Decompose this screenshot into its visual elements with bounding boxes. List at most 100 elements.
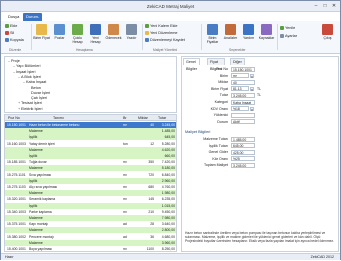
tab-file[interactable]: Dosya [5,13,22,21]
refresh-button[interactable]: Yenile [280,25,295,31]
field-input[interactable]: %18 [231,106,249,112]
table-cell: 680 [148,185,154,189]
table-row[interactable]: 15.340.1003 Parke kaplama m² 210 9.450,00 [5,208,176,215]
table-row[interactable]: Malzeme 7.980,00 [5,215,176,221]
table-row[interactable]: Malzeme 3.960,00 [5,239,176,246]
unit-price-button[interactable]: Birim Fiyat [33,24,50,40]
field-input[interactable]: 15.150.1001 [231,66,255,72]
refresh-icon [280,26,284,30]
multi-calc-button[interactable]: Çoklu Hesap [69,24,86,44]
grid-header: Poz No Tanımı Br Miktar Tutar [5,115,176,121]
table-row[interactable]: Malzeme 1.485,00 [5,128,176,135]
analyses-button[interactable]: Analizler [222,24,239,40]
chevron-down-icon[interactable]: ▾ [250,106,254,112]
ribbon-add-button[interactable]: Ekle [5,23,17,29]
tab-cost-calculation[interactable]: Durum-Maliyet Hesabı [23,13,43,35]
chevron-down-icon[interactable]: ▾ [250,86,254,92]
column-header[interactable]: Miktar [138,115,148,121]
table-cell: Malzeme [29,228,43,233]
table-cell: m² [123,185,127,189]
ribbon: Ekle Sil Kopyala Birim Fiyat Pozlar Çokl… [1,21,340,54]
table-cell: Malzeme [29,147,43,152]
resources-button[interactable]: Kaynaklar [258,24,275,40]
tree-node[interactable]: –Yapı Bölümleri [13,64,40,69]
field-input[interactable]: 81,13 [231,86,249,92]
settings-button[interactable]: Ayarlar [280,33,297,39]
table-row[interactable]: 15.160.1003 Yatay demir işleri ton 12 5.280,… [5,140,176,147]
table-cell: 3.960,00 [161,240,175,245]
tree-node[interactable]: –Proje [8,59,20,64]
group-label-calc: Hesaplama [76,48,93,52]
new-item-button[interactable]: Yeni Kalem Ekle [145,23,178,29]
table-cell: Yatay demir işleri [29,141,55,146]
help-button[interactable]: Yardım [240,24,257,40]
close-button[interactable]: ✕ [330,3,338,9]
table-cell: 6.235,00 [161,197,175,202]
table-row[interactable]: Malzeme 4.620,00 [5,146,176,153]
ribbon-delete-button[interactable]: Sil [5,30,14,36]
payable-button[interactable]: Ödenecek [105,24,122,40]
field-input[interactable]: m³ [231,73,249,79]
chevron-down-icon[interactable]: ▾ [250,73,254,79]
table-row[interactable]: Malzeme 1.980,00 [5,190,176,197]
cost-field-input[interactable]: 1.485,00 [231,136,255,142]
tree-node[interactable]: +Tesisat İşleri [18,101,42,106]
table-row[interactable]: 15.380.1002 Pencere montajı ad 36 4.680,00 [5,233,176,240]
table-row[interactable]: 15.320.1001 Seramik kaplama m² 145 6.235,00 [5,196,176,203]
tree-node[interactable]: +Elektrik İşleri [18,107,43,112]
tree-node-label: Proje [11,59,20,63]
table-cell: Pencere montajı [29,234,54,239]
unit-prices-button[interactable]: Birim Fiyatlar [204,24,221,44]
table-cell: 720 [148,172,154,177]
exit-button[interactable]: Çıkış [319,24,336,40]
table-row[interactable]: 15.185.1001 Tuğla duvar m² 350 7.420,00 [5,159,176,166]
tree-node[interactable]: –İnşaat İşleri [13,70,35,75]
table-cell: m² [123,209,127,214]
table-row[interactable]: İşçilik 1.015,00 [5,202,176,209]
printer-icon [126,24,137,35]
tree-node[interactable]: –Kaba İnşaat [23,80,46,85]
tab-price[interactable]: Fiyat Bilgileri [207,58,225,71]
book-icon [261,24,272,35]
table-cell: Boya yapılması [29,247,53,251]
table-row[interactable]: 15.150.1001 Hazır beton ile betonarme bet… [5,122,176,128]
save-edit-button[interactable]: Düzenlemeyi Kaydet [145,37,185,43]
column-header[interactable]: Poz No [8,115,20,121]
table-cell: Kapı montajı [29,222,49,227]
cost-field-input[interactable]: 3.245,00 [231,162,255,168]
table-row[interactable]: 15.400.1001 Boya yapılması m² 1100 8.250,00 [5,246,176,251]
table-row[interactable]: 15.275.1101 Sıva yapılması m² 720 6.840,00 [5,171,176,178]
ribbon-copy-button[interactable]: Kopyala [5,37,24,43]
table-row[interactable]: Malzeme 2.800,00 [5,227,176,234]
cost-field-label: Kâr Oranı [212,156,228,161]
new-calc-button[interactable]: Yeni Hesap [87,24,104,44]
cost-field-input[interactable]: %25 [231,156,255,162]
field-input[interactable]: 3.245,00 [231,92,255,98]
print-button[interactable]: Yazdır [123,24,140,40]
table-cell: İşçilik [29,178,38,183]
maximize-button[interactable]: □ [321,3,329,9]
table-row[interactable]: İşçilik 660,00 [5,153,176,159]
field-input[interactable]: Aktif [231,119,255,125]
column-header[interactable]: Tanımı [53,115,64,121]
column-header[interactable]: Tutar [158,115,166,121]
table-row[interactable]: 15.275.1103 Alçı sıva yapılması m² 680 4.760… [5,184,176,190]
field-input[interactable] [231,112,255,118]
minimize-button[interactable]: – [312,3,320,9]
cost-field-input[interactable]: 645,00 [231,143,255,149]
column-header[interactable]: Br [123,115,127,121]
table-row[interactable]: Malzeme 5.180,00 [5,165,176,172]
table-cell: 4.760,00 [161,185,175,189]
table-row[interactable]: İşçilik 2.960,00 [5,177,176,184]
tab-general[interactable]: Genel Bilgiler [183,58,201,71]
table-row[interactable]: İşçilik 645,00 [5,134,176,141]
field-input[interactable]: 40 [231,79,255,85]
tree-node[interactable]: Beton [28,86,41,91]
field-label: Durum [217,119,228,124]
new-edit-button[interactable]: Yeni Düzenleme [145,30,178,36]
field-input[interactable]: Kaba İnşaat [231,99,255,105]
table-row[interactable]: 15.375.1001 Kapı montajı ad 28 3.640,00 [5,221,176,228]
items-button[interactable]: Pozlar [51,24,68,40]
cost-field-input[interactable]: 425,00 [231,149,255,155]
tab-other[interactable]: Diğer [230,58,245,65]
